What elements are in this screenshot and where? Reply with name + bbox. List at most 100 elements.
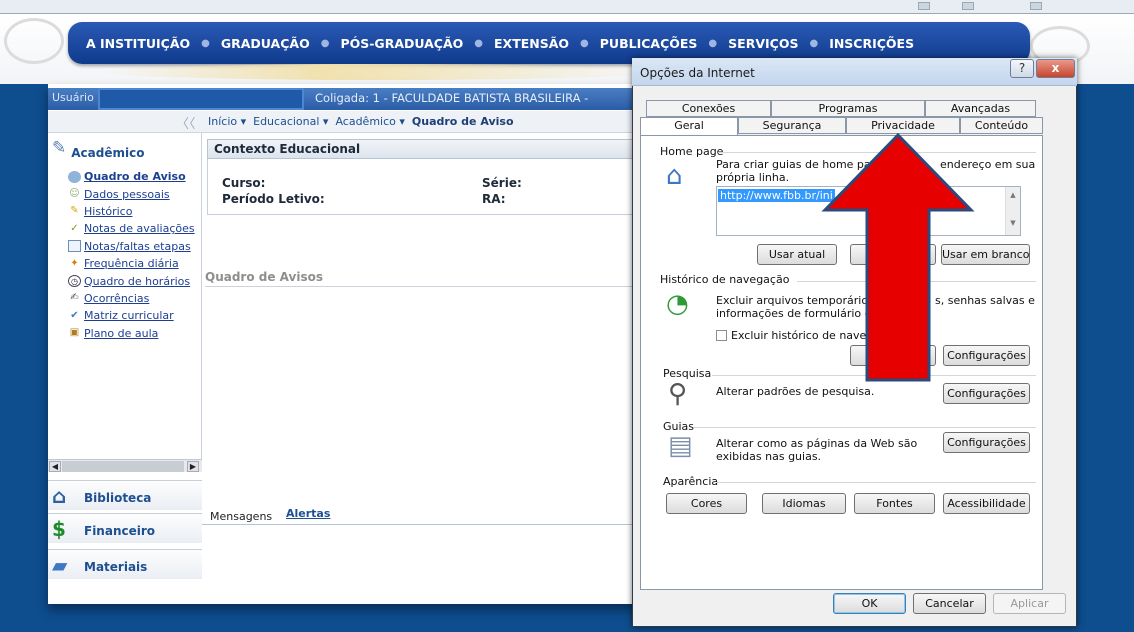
nav-separator: ● [580, 37, 589, 49]
tab-avancadas[interactable]: Avançadas [925, 100, 1036, 117]
sidebar-scrollbar[interactable]: ◀ ▶ [48, 459, 202, 472]
contexto-title: Contexto Educacional [214, 142, 361, 156]
folder-icon: ▰ [52, 553, 68, 577]
nav-separator: ● [201, 37, 210, 49]
nav-pos-graduacao[interactable]: PÓS-GRADUAÇÃO [340, 36, 463, 51]
nav-separator: ● [320, 37, 330, 49]
dialog-title: Opções da Internet [640, 66, 755, 80]
collapse-sidebar-icon[interactable]: 〈〈 [176, 113, 196, 132]
ra-label: RA: [482, 192, 506, 206]
tab-programas[interactable]: Programas [771, 100, 925, 117]
tree-item-label[interactable]: Notas/faltas etapas [84, 238, 191, 255]
scroll-thumb[interactable] [62, 461, 184, 472]
tree-item-notas-avaliacoes[interactable]: ✓ Notas de avaliações [56, 220, 202, 237]
accordion-biblioteca[interactable]: ⌂ Biblioteca [48, 480, 202, 510]
tree-item-frequencia[interactable]: ✦ Frequência diária [56, 255, 202, 272]
tree-item-label[interactable]: Ocorrências [84, 290, 149, 307]
breadcrumb-inicio[interactable]: Início ▾ [208, 115, 246, 128]
home-page-text-c: própria linha. [716, 171, 790, 184]
tab-conexoes[interactable]: Conexões [646, 100, 771, 117]
tab-geral[interactable]: Geral [640, 117, 738, 136]
section-academico[interactable]: ✎ Acadêmico [52, 138, 145, 160]
accordion-label: Biblioteca [84, 491, 152, 505]
alert-icon: ✍ [70, 292, 79, 304]
nav-separator: ● [809, 37, 819, 49]
delete-history-checkbox[interactable] [716, 330, 727, 341]
tree-item-ocorrencias[interactable]: ✍ Ocorrências [56, 290, 202, 307]
quadro-avisos-title: Quadro de Avisos [205, 270, 324, 284]
nav-servicos[interactable]: SERVIÇOS [728, 36, 798, 51]
divider [205, 286, 648, 287]
contexto-body [207, 159, 648, 215]
accordion-financeiro[interactable]: $ Financeiro [48, 513, 202, 543]
check-icon: ✔ [70, 309, 79, 321]
nav-graduacao[interactable]: GRADUAÇÃO [221, 36, 310, 51]
tree-item-historico[interactable]: ✎ Histórico [56, 203, 202, 220]
decorative-swirl [4, 18, 64, 64]
close-button[interactable]: x [1036, 59, 1075, 78]
home-page-group-label: Home page [660, 145, 724, 158]
section-academico-label: Acadêmico [71, 146, 145, 160]
tree-item-label[interactable]: Histórico [84, 203, 132, 220]
annotation-arrow [821, 132, 975, 382]
nav-extensao[interactable]: EXTENSÃO [494, 36, 569, 51]
tree-item-quadro-de-aviso[interactable]: Quadro de Aviso [56, 168, 202, 185]
serie-label: Série: [482, 176, 522, 190]
tree-item-label[interactable]: Quadro de Aviso [84, 168, 186, 185]
tabs-text-a: Alterar como as páginas da Web são [716, 437, 918, 450]
curso-label: Curso: [222, 176, 266, 190]
grades-icon: ✓ [70, 222, 79, 234]
nav-publicacoes[interactable]: PUBLICAÇÕES [600, 36, 698, 51]
toolbar-icon[interactable] [1030, 2, 1042, 10]
accordion-materiais[interactable]: ▰ Materiais [48, 549, 202, 579]
tree-item-quadro-horarios[interactable]: ◷ Quadro de horários [56, 272, 202, 289]
tree-item-label[interactable]: Frequência diária [84, 255, 179, 272]
breadcrumb-educacional[interactable]: Educacional ▾ [253, 115, 328, 128]
scroll-right-icon[interactable]: ▶ [187, 461, 199, 472]
tree-item-plano-aula[interactable]: ▣ Plano de aula [56, 325, 202, 342]
tree-item-label[interactable]: Plano de aula [84, 325, 158, 342]
tree-item-notas-faltas[interactable]: Notas/faltas etapas [56, 238, 202, 255]
toolbar-icon[interactable] [962, 2, 974, 10]
nav-separator: ● [474, 37, 484, 49]
history-group-label: Histórico de navegação [660, 273, 790, 286]
tabs-text-b: exibidas nas guias. [716, 450, 822, 463]
nav-instituicao[interactable]: A INSTITUIÇÃO [86, 36, 190, 51]
ok-button[interactable]: OK [833, 593, 906, 614]
bulletin-icon [68, 170, 81, 183]
scroll-left-icon[interactable]: ◀ [49, 461, 61, 472]
tree-item-matriz[interactable]: ✔ Matriz curricular [56, 307, 202, 324]
nav-inscricoes[interactable]: INSCRIÇÕES [829, 36, 914, 51]
tabs-settings-button[interactable]: Configurações [943, 432, 1030, 453]
tree-item-dados-pessoais[interactable]: ☺ Dados pessoais [56, 185, 202, 202]
url-scrollbar[interactable]: ▲ ▼ [1005, 187, 1020, 235]
clock-icon: ◷ [68, 275, 81, 288]
apply-button: Aplicar [993, 593, 1066, 614]
tree-item-label[interactable]: Dados pessoais [84, 186, 170, 203]
house-icon: ⌂ [666, 161, 683, 191]
languages-button[interactable]: Idiomas [762, 493, 846, 514]
academico-tree: Quadro de Aviso ☺ Dados pessoais ✎ Históri… [56, 168, 202, 342]
breadcrumb: Início ▾ Educacional ▾ Acadêmico ▾ Quadr… [208, 115, 514, 128]
divider [716, 482, 1036, 483]
search-settings-button[interactable]: Configurações [943, 383, 1030, 404]
tree-item-label[interactable]: Notas de avaliações [84, 220, 195, 237]
toolbar-icon[interactable] [918, 2, 930, 10]
tree-item-label[interactable]: Quadro de horários [84, 273, 190, 290]
annotation-arrow-shape [821, 132, 975, 382]
fonts-button[interactable]: Fontes [854, 493, 935, 514]
cancel-button[interactable]: Cancelar [913, 593, 986, 614]
tab-mensagens[interactable]: Mensagens [210, 510, 272, 523]
help-button[interactable]: ? [1010, 59, 1034, 78]
academico-icon: ✎ [52, 138, 67, 158]
tab-alertas[interactable]: Alertas [286, 507, 330, 520]
person-icon: ☺ [69, 188, 80, 200]
colors-button[interactable]: Cores [666, 493, 747, 514]
table-icon [68, 240, 81, 253]
redacted-username [98, 88, 304, 110]
tree-item-label[interactable]: Matriz curricular [84, 307, 174, 324]
breadcrumb-academico[interactable]: Acadêmico ▾ [335, 115, 404, 128]
magnifier-icon: ⚲ [668, 379, 688, 409]
accessibility-button[interactable]: Acessibilidade [943, 493, 1030, 514]
library-icon: ⌂ [52, 484, 67, 508]
